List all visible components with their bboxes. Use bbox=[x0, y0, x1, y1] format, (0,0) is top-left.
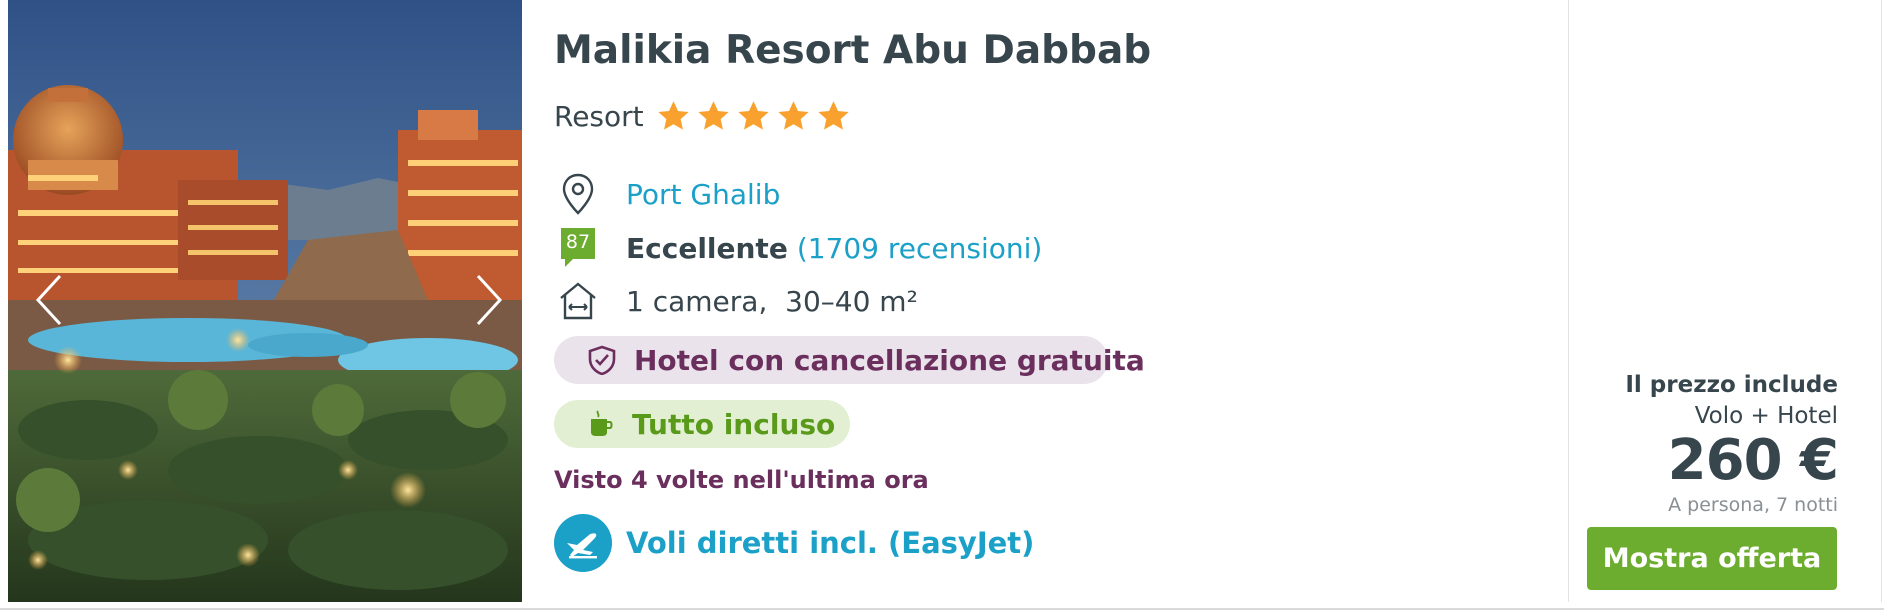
location-row: Port Ghalib bbox=[554, 170, 780, 218]
price-note: A persona, 7 notti bbox=[1668, 494, 1838, 516]
reviews-link[interactable]: (1709 recensioni) bbox=[797, 232, 1043, 265]
gallery-next-button[interactable] bbox=[468, 270, 508, 330]
hotel-name[interactable]: Malikia Resort Abu Dabbab bbox=[554, 28, 1151, 73]
hotel-info: Malikia Resort Abu Dabbab Resort Port Gh… bbox=[554, 0, 1554, 602]
chevron-left-icon bbox=[35, 274, 62, 326]
location-link[interactable]: Port Ghalib bbox=[626, 178, 780, 211]
price-amount: 260 € bbox=[1667, 428, 1839, 493]
show-offer-button[interactable]: Mostra offerta bbox=[1587, 527, 1837, 590]
rating-row: 87 Eccellente (1709 recensioni) bbox=[554, 224, 1042, 272]
hotel-photo-gallery[interactable] bbox=[8, 0, 522, 602]
airplane-icon bbox=[554, 514, 612, 572]
rating-score: 87 bbox=[565, 231, 591, 253]
star-icon bbox=[817, 100, 849, 130]
hotel-category: Resort bbox=[554, 99, 644, 133]
price-panel: Il prezzo include Volo + Hotel 260 € A p… bbox=[1568, 0, 1882, 602]
room-info: 1 camera, 30–40 m² bbox=[626, 284, 918, 318]
hotel-category-row: Resort bbox=[554, 96, 851, 136]
shield-check-icon bbox=[588, 345, 616, 375]
direct-flights-link[interactable]: Voli diretti incl. (EasyJet) bbox=[554, 514, 1034, 572]
house-size-icon bbox=[554, 277, 602, 325]
map-pin-icon bbox=[554, 170, 602, 218]
cup-icon bbox=[588, 409, 614, 439]
free-cancellation-badge: Hotel con cancellazione gratuita bbox=[554, 336, 1145, 384]
star-rating bbox=[656, 99, 851, 134]
board-type-badge: Tutto incluso bbox=[554, 400, 850, 448]
direct-flights-text[interactable]: Voli diretti incl. (EasyJet) bbox=[626, 526, 1034, 560]
star-icon bbox=[657, 100, 689, 130]
gallery-prev-button[interactable] bbox=[30, 270, 70, 330]
free-cancellation-text: Hotel con cancellazione gratuita bbox=[634, 343, 1145, 377]
star-icon bbox=[737, 100, 769, 130]
recently-viewed-notice: Visto 4 volte nell'ultima ora bbox=[554, 466, 929, 494]
board-type-text: Tutto incluso bbox=[632, 407, 836, 441]
star-icon bbox=[697, 100, 729, 130]
rating-score-badge: 87 bbox=[561, 228, 595, 268]
price-includes-label: Il prezzo include bbox=[1625, 372, 1838, 398]
star-icon bbox=[777, 100, 809, 130]
hotel-photo[interactable] bbox=[8, 0, 522, 602]
chevron-right-icon bbox=[476, 274, 503, 326]
rating-label: Eccellente bbox=[626, 231, 788, 265]
package-type: Volo + Hotel bbox=[1694, 403, 1838, 429]
room-row: 1 camera, 30–40 m² bbox=[554, 277, 918, 325]
hotel-result-card: Malikia Resort Abu Dabbab Resort Port Gh… bbox=[0, 0, 1884, 610]
